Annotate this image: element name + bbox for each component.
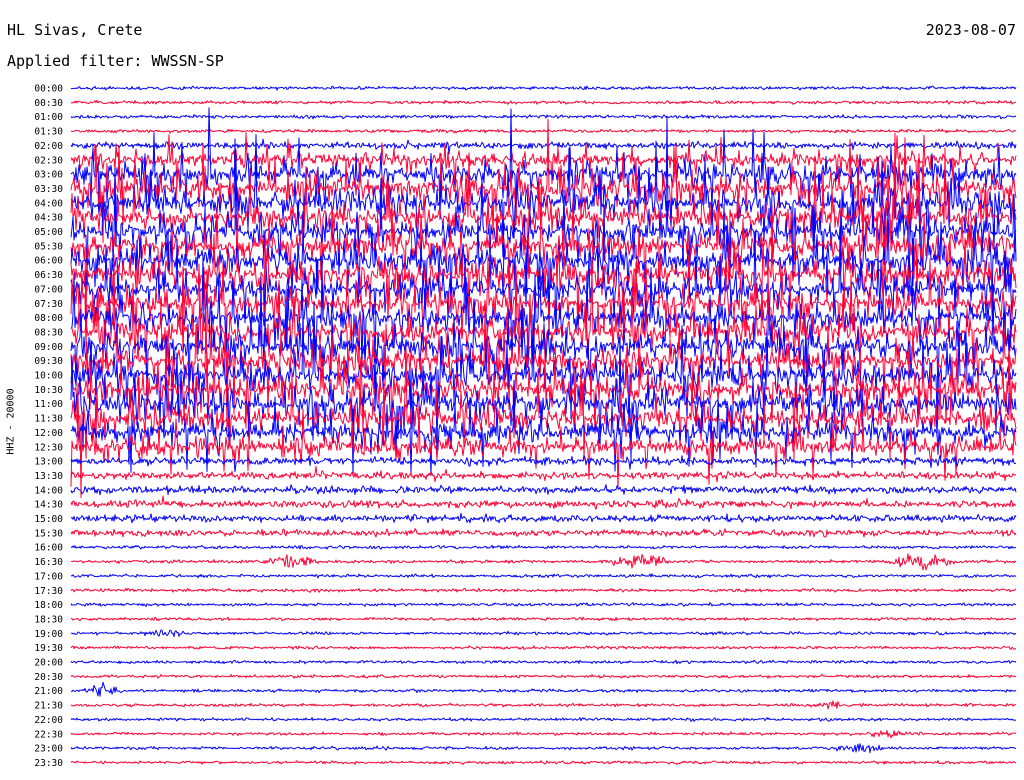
row-label-2030: 20:30: [34, 672, 63, 683]
trace-row-1930: [70, 645, 1017, 650]
row-label-1930: 19:30: [34, 643, 63, 654]
row-label-0500: 05:00: [34, 227, 63, 238]
traces-layer: [70, 85, 1017, 766]
trace-row-1300: [70, 454, 1017, 473]
row-label-0600: 06:00: [34, 256, 63, 267]
row-label-0030: 00:30: [34, 98, 63, 109]
trace-row-1330: [70, 465, 1017, 483]
trace-row-2200: [70, 717, 1017, 722]
row-label-0200: 02:00: [34, 141, 63, 152]
trace-row-1630: [70, 553, 1017, 571]
trace-row-1800: [70, 602, 1017, 608]
trace-row-1430: [70, 495, 1017, 510]
row-labels-layer: 00:00 00:30 01:00 01:30 02:00 02:30 03:00 03:30…: [34, 84, 63, 769]
row-label-1300: 13:00: [34, 457, 63, 468]
trace-row-1600: [70, 544, 1017, 550]
row-label-0800: 08:00: [34, 313, 63, 324]
trace-row-2330: [70, 760, 1017, 766]
row-label-0900: 09:00: [34, 342, 63, 353]
trace-row-1530: [70, 528, 1017, 538]
row-label-0430: 04:30: [34, 213, 63, 224]
row-label-1130: 11:30: [34, 414, 63, 425]
row-label-1830: 18:30: [34, 614, 63, 625]
trace-row-0130: [70, 128, 1017, 134]
trace-row-2230: [70, 729, 1017, 739]
row-label-1630: 16:30: [34, 557, 63, 568]
trace-row-2300: [70, 743, 1017, 754]
row-label-1200: 12:00: [34, 428, 63, 439]
row-label-1400: 14:00: [34, 485, 63, 496]
trace-row-2100: [70, 681, 1017, 697]
row-label-1530: 15:30: [34, 528, 63, 539]
row-label-0630: 06:30: [34, 270, 63, 281]
trace-row-0530: [70, 187, 1017, 330]
row-label-0300: 03:00: [34, 170, 63, 181]
trace-row-0200: [70, 138, 1017, 155]
row-label-0130: 01:30: [34, 127, 63, 138]
row-label-0530: 05:30: [34, 241, 63, 252]
trace-row-1900: [70, 629, 1017, 638]
trace-row-2030: [70, 673, 1017, 679]
trace-row-1500: [70, 512, 1017, 524]
trace-row-0100: [70, 114, 1017, 120]
row-label-0100: 01:00: [34, 112, 63, 123]
trace-row-1400: [70, 484, 1017, 496]
trace-row-0030: [70, 99, 1017, 105]
row-label-2200: 22:00: [34, 715, 63, 726]
trace-row-1730: [70, 587, 1017, 593]
row-label-1330: 13:30: [34, 471, 63, 482]
row-label-0400: 04:00: [34, 198, 63, 209]
row-label-0000: 00:00: [34, 84, 63, 95]
row-label-0330: 03:30: [34, 184, 63, 195]
row-label-1800: 18:00: [34, 600, 63, 611]
row-label-2330: 23:30: [34, 758, 63, 769]
row-label-0930: 09:30: [34, 356, 63, 367]
row-label-0700: 07:00: [34, 284, 63, 295]
row-label-1730: 17:30: [34, 586, 63, 597]
row-label-1100: 11:00: [34, 399, 63, 410]
row-label-0730: 07:30: [34, 299, 63, 310]
helicorder-plot: 00:00 00:30 01:00 01:30 02:00 02:30 03:00 03:30…: [34, 84, 1017, 769]
row-label-2100: 21:00: [34, 686, 63, 697]
row-label-0230: 02:30: [34, 155, 63, 166]
row-label-1500: 15:00: [34, 514, 63, 525]
trace-row-1700: [70, 573, 1017, 579]
row-label-1030: 10:30: [34, 385, 63, 396]
row-label-1900: 19:00: [34, 629, 63, 640]
row-label-2300: 23:00: [34, 744, 63, 755]
trace-row-1830: [70, 616, 1017, 622]
row-label-1430: 14:30: [34, 500, 63, 511]
row-label-2230: 22:30: [34, 729, 63, 740]
row-label-1600: 16:00: [34, 543, 63, 554]
trace-row-2130: [70, 700, 1017, 710]
trace-row-0000: [70, 85, 1017, 91]
row-label-1700: 17:00: [34, 571, 63, 582]
row-label-1000: 10:00: [34, 371, 63, 382]
trace-row-1100: [70, 333, 1017, 477]
row-label-2000: 20:00: [34, 658, 63, 669]
row-label-1230: 12:30: [34, 442, 63, 453]
row-label-0830: 08:30: [34, 327, 63, 338]
trace-row-2000: [70, 659, 1017, 665]
row-label-2130: 21:30: [34, 701, 63, 712]
